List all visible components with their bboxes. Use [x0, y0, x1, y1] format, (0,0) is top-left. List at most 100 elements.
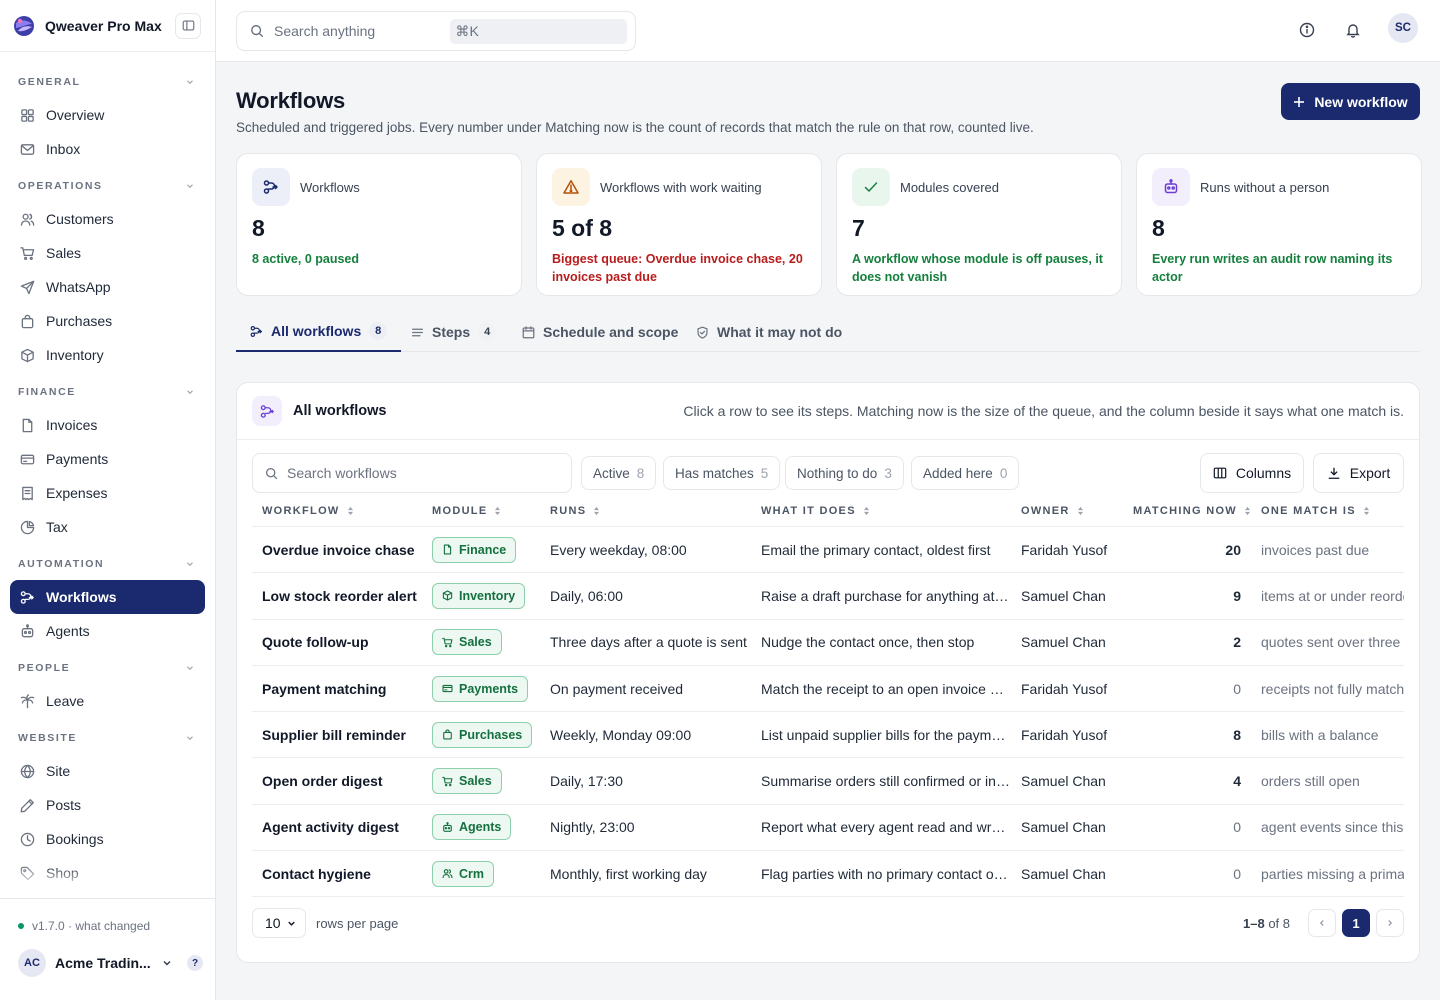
user-avatar[interactable]: SC [1388, 13, 1418, 43]
sidebar-item-label: Site [46, 763, 71, 779]
filter-chip-added-here[interactable]: Added here 0 [911, 456, 1020, 490]
sidebar-item-label: Sales [46, 245, 82, 261]
sidebar-item-expenses[interactable]: Expenses [10, 476, 205, 510]
sidebar-item-whatsapp[interactable]: WhatsApp [10, 270, 205, 304]
global-search-input[interactable]: Search anything ⌘K [236, 11, 636, 51]
sidebar-item-label: Inbox [46, 141, 81, 157]
sidebar-item-tax[interactable]: Tax [10, 510, 205, 544]
sidebar-item-invoices[interactable]: Invoices [10, 408, 205, 442]
table-row[interactable]: Contact hygiene Crm Monthly, first working… [252, 851, 1404, 898]
filter-count: 8 [636, 465, 645, 481]
tab-bar: All workflows 8 Steps 4 Schedule and scope Wh… [236, 312, 1420, 352]
sidebar-item-leave[interactable]: Leave [10, 684, 205, 718]
matching-now-cell: 0 [1233, 819, 1241, 836]
notifications-button[interactable] [1342, 19, 1364, 41]
stat-value: 8 [252, 215, 265, 241]
table-row[interactable]: Overdue invoice chase Finance Every weekda… [252, 527, 1404, 574]
column-header-workflow[interactable]: WORKFLOW [252, 505, 422, 517]
sidebar-item-label: WhatsApp [46, 279, 111, 295]
rows-per-page-value: 10 [265, 915, 281, 931]
columns-button[interactable]: Columns [1200, 453, 1304, 493]
matching-now-cell: 2 [1233, 634, 1241, 651]
tab-what-it-may-not-do[interactable]: What it may not do [696, 312, 842, 352]
palm-icon [20, 693, 35, 708]
table-row[interactable]: Agent activity digest Agents Nightly, 23:0… [252, 805, 1404, 852]
table-row[interactable]: Supplier bill reminder Purchases Weekly, M… [252, 712, 1404, 759]
filter-chip-has-matches[interactable]: Has matches 5 [663, 456, 781, 490]
info-button[interactable] [1296, 19, 1318, 41]
nav-section-operations[interactable]: OPERATIONS [0, 170, 215, 202]
column-header-matching-now[interactable]: MATCHING NOW [1114, 505, 1251, 517]
matching-now-cell: 4 [1233, 773, 1241, 790]
column-header-one-match-is[interactable]: ONE MATCH IS [1251, 505, 1404, 517]
prev-page-button[interactable] [1308, 909, 1336, 937]
sidebar-item-site[interactable]: Site [10, 754, 205, 788]
stat-label: Modules covered [900, 179, 999, 195]
column-header-module[interactable]: MODULE [422, 505, 540, 517]
table-row[interactable]: Low stock reorder alert Inventory Daily, 0… [252, 573, 1404, 620]
owner-cell: Samuel Chan [1021, 587, 1106, 604]
module-label: Purchases [459, 727, 523, 742]
workflow-search-input[interactable]: Search workflows [252, 453, 572, 493]
nav-section-people[interactable]: PEOPLE [0, 652, 215, 684]
table-row[interactable]: Open order digest Sales Daily, 17:30 Summar… [252, 758, 1404, 805]
tab-all-workflows[interactable]: All workflows 8 [236, 312, 402, 352]
columns-label: Columns [1235, 465, 1292, 481]
filter-chip-active[interactable]: Active 8 [581, 456, 657, 490]
rows-per-page-select[interactable]: 10 [252, 908, 306, 938]
tab-steps[interactable]: Steps 4 [411, 312, 497, 352]
stat-value: 5 of 8 [552, 215, 613, 241]
receipt-icon [22, 486, 33, 500]
export-button[interactable]: Export [1313, 453, 1404, 493]
new-workflow-label: New workflow [1314, 93, 1408, 110]
pie-icon [20, 520, 35, 534]
version-link[interactable]: v1.7.0 · what changed [0, 915, 215, 937]
nav-section-general[interactable]: GENERAL [0, 66, 215, 98]
chevron-down-icon [187, 666, 193, 671]
stat-note: 8 active, 0 paused [252, 252, 360, 266]
chevron-down-icon [163, 960, 171, 966]
users-icon [20, 213, 35, 226]
nav-section-finance[interactable]: FINANCE [0, 376, 215, 408]
sidebar-item-label: Tax [46, 519, 68, 535]
nav-section-website[interactable]: WEBSITE [0, 722, 215, 754]
workflow-name: Contact hygiene [262, 865, 371, 882]
sidebar-item-customers[interactable]: Customers [10, 202, 205, 236]
file-icon [443, 544, 452, 555]
stat-note: Biggest queue: Overdue invoice chase, 20… [552, 252, 803, 284]
box-icon [21, 348, 34, 362]
page-button-current[interactable]: 1 [1342, 909, 1370, 937]
pen-icon [20, 798, 34, 812]
sidebar-item-agents[interactable]: Agents [10, 614, 205, 648]
org-switcher[interactable]: AC Acme Tradin... ? [0, 949, 215, 977]
sidebar-collapse-button[interactable] [175, 12, 201, 39]
column-header-label: OWNER [1021, 504, 1070, 517]
what-it-does-cell: Nudge the contact once, then stop [761, 634, 975, 651]
sidebar-item-inventory[interactable]: Inventory [10, 338, 205, 372]
new-workflow-button[interactable]: New workflow [1281, 83, 1420, 120]
sidebar-item-sales[interactable]: Sales [10, 236, 205, 270]
sidebar-item-posts[interactable]: Posts [10, 788, 205, 822]
rows-per-page-label: rows per page [316, 915, 399, 931]
page-subtitle: Scheduled and triggered jobs. Every numb… [236, 120, 1034, 135]
filter-chip-nothing-to-do[interactable]: Nothing to do 3 [785, 456, 904, 490]
sidebar-item-purchases[interactable]: Purchases [10, 304, 205, 338]
table-row[interactable]: Payment matching Payments On payment recei… [252, 666, 1404, 713]
sidebar-item-bookings[interactable]: Bookings [10, 822, 205, 856]
tab-schedule-and-scope[interactable]: Schedule and scope [522, 312, 678, 352]
sidebar-item-overview[interactable]: Overview [10, 98, 205, 132]
sidebar-item-workflows[interactable]: Workflows [10, 580, 205, 614]
box-icon [442, 590, 453, 601]
table-row[interactable]: Quote follow-up Sales Three days after a q… [252, 620, 1404, 666]
module-label: Sales [459, 774, 492, 789]
module-badge: Sales [432, 629, 502, 656]
column-header-runs[interactable]: RUNS [540, 505, 751, 517]
sidebar-item-inbox[interactable]: Inbox [10, 132, 205, 166]
help-button[interactable]: ? [187, 955, 203, 971]
column-header-what-it-does[interactable]: WHAT IT DOES [751, 505, 1011, 517]
nav-section-automation[interactable]: AUTOMATION [0, 548, 215, 580]
next-page-button[interactable] [1376, 909, 1404, 937]
sidebar-item-payments[interactable]: Payments [10, 442, 205, 476]
search-placeholder: Search anything [274, 23, 376, 39]
column-header-owner[interactable]: OWNER [1011, 505, 1114, 517]
